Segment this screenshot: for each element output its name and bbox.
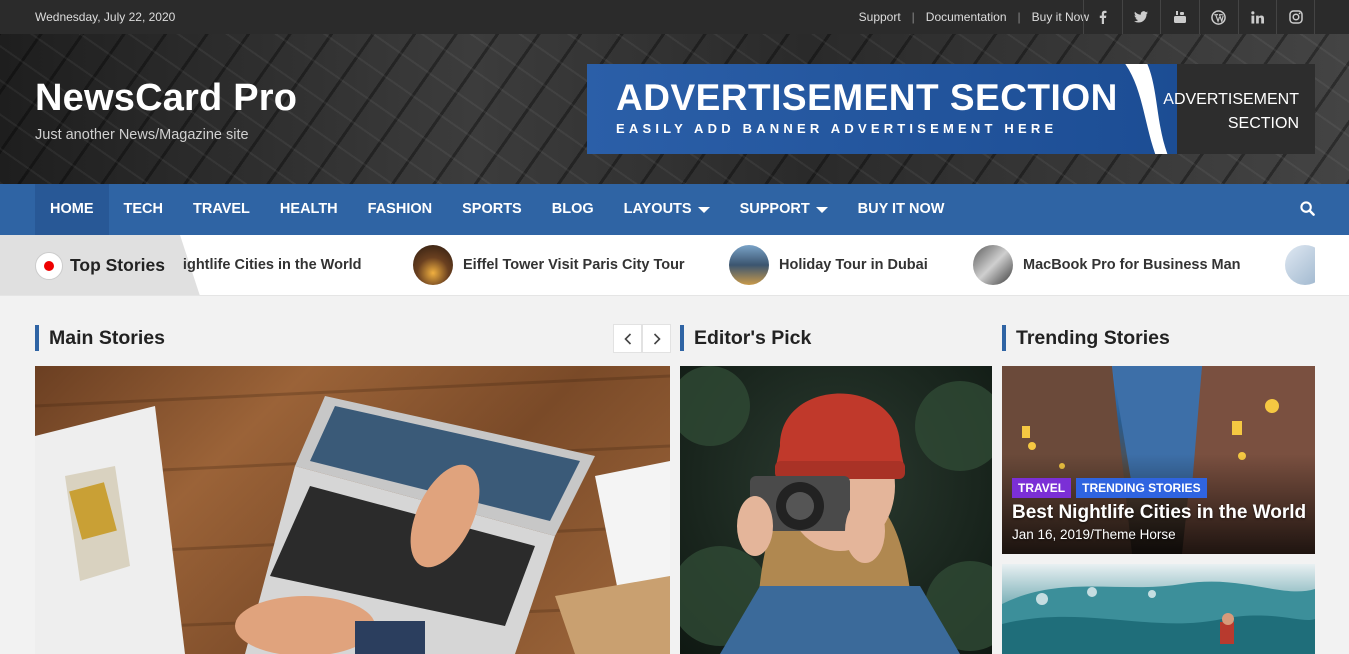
trending-stories-heading: Trending Stories <box>1002 325 1170 351</box>
top-links: Support | Documentation | Buy it Now <box>859 10 1089 24</box>
editors-pick-image[interactable] <box>680 366 992 654</box>
nav-item-blog[interactable]: BLOG <box>537 184 609 235</box>
facebook-icon[interactable] <box>1082 0 1122 34</box>
nav-label: TECH <box>123 201 163 217</box>
slider-arrows <box>613 324 671 353</box>
nav-item-sports[interactable]: SPORTS <box>447 184 537 235</box>
laptop-illustration <box>35 374 670 654</box>
ticker-item[interactable] <box>1285 245 1315 285</box>
ticker-thumbnail <box>973 245 1013 285</box>
top-bar: Wednesday, July 22, 2020 Support | Docum… <box>0 0 1349 34</box>
advertisement-banner[interactable]: ADVERTISEMENT SECTION EASILY ADD BANNER … <box>587 64 1315 154</box>
ticker-item[interactable]: Best Nightlife Cities in the World <box>182 245 362 285</box>
main-navigation: HOME TECH TRAVEL HEALTH FASHION SPORTS B… <box>0 184 1349 235</box>
trending-story-meta: Jan 16, 2019/Theme Horse <box>1012 527 1176 542</box>
nav-label: TRAVEL <box>192 201 250 217</box>
ticker-thumbnail <box>1285 245 1315 285</box>
nav-item-layouts[interactable]: LAYOUTS <box>609 184 725 235</box>
ticker-thumbnail <box>729 245 769 285</box>
instagram-icon[interactable] <box>1276 0 1315 34</box>
link-separator: | <box>1017 10 1021 24</box>
category-badges: TRAVEL TRENDING STORIES <box>1012 478 1207 498</box>
chevron-down-icon <box>815 206 828 213</box>
nav-label: HEALTH <box>279 201 338 217</box>
ad-subtitle: EASILY ADD BANNER ADVERTISEMENT HERE <box>616 121 1058 136</box>
live-dot-icon <box>35 252 63 280</box>
nav-label: HOME <box>50 201 94 217</box>
social-links <box>1082 0 1315 34</box>
ticker-item[interactable]: Eiffel Tower Visit Paris City Tour <box>413 245 685 285</box>
site-header: NewsCard Pro Just another News/Magazine … <box>0 34 1349 184</box>
twitter-icon[interactable] <box>1121 0 1161 34</box>
chevron-right-icon[interactable] <box>642 324 671 353</box>
main-story-image[interactable] <box>35 366 670 654</box>
ticker-item-title: Best Nightlife Cities in the World <box>182 257 362 273</box>
current-date: Wednesday, July 22, 2020 <box>35 10 176 24</box>
wordpress-icon[interactable] <box>1198 0 1238 34</box>
trending-story-card[interactable]: TRAVEL TRENDING STORIES Best Nightlife C… <box>1002 366 1315 554</box>
buy-it-now-link[interactable]: Buy it Now <box>1032 10 1089 24</box>
ticker-thumbnail <box>413 245 453 285</box>
search-icon[interactable] <box>1300 201 1315 221</box>
nav-label: SUPPORT <box>739 201 810 217</box>
nav-label: FASHION <box>367 201 433 217</box>
ticker-item[interactable]: MacBook Pro for Business Man <box>973 245 1241 285</box>
editors-pick-heading: Editor's Pick <box>680 325 811 351</box>
ticker-title: Top Stories <box>70 255 165 275</box>
nav-item-buy-it-now[interactable]: BUY IT NOW <box>843 184 960 235</box>
ticker-item-title: Eiffel Tower Visit Paris City Tour <box>463 257 685 273</box>
nav-label: SPORTS <box>462 201 522 217</box>
youtube-icon[interactable] <box>1160 0 1199 34</box>
ticker-item-title: MacBook Pro for Business Man <box>1023 257 1241 273</box>
ticker-item-title: Holiday Tour in Dubai <box>779 257 928 273</box>
ticker-item[interactable]: Holiday Tour in Dubai <box>729 245 928 285</box>
linkedin-icon[interactable] <box>1237 0 1277 34</box>
ticker-items: Best Nightlife Cities in the World Eiffe… <box>182 235 1315 295</box>
nav-item-home[interactable]: HOME <box>35 184 109 235</box>
support-link[interactable]: Support <box>859 10 901 24</box>
chevron-left-icon[interactable] <box>613 324 642 353</box>
main-stories-heading: Main Stories <box>35 325 165 351</box>
nav-label: BUY IT NOW <box>857 201 945 217</box>
link-separator: | <box>911 10 915 24</box>
ad-side-text: ADVERTISEMENT SECTION <box>1163 88 1299 136</box>
nav-item-fashion[interactable]: FASHION <box>353 184 447 235</box>
nav-item-travel[interactable]: TRAVEL <box>178 184 265 235</box>
category-badge-travel[interactable]: TRAVEL <box>1012 478 1072 498</box>
ad-title: ADVERTISEMENT SECTION <box>616 77 1118 118</box>
ad-side-line1: ADVERTISEMENT <box>1163 91 1299 108</box>
nav-label: LAYOUTS <box>623 201 692 217</box>
nav-item-support[interactable]: SUPPORT <box>725 184 843 235</box>
site-title[interactable]: NewsCard Pro <box>35 77 297 120</box>
trending-story-title[interactable]: Best Nightlife Cities in the World <box>1012 502 1306 524</box>
photographer-illustration <box>680 366 992 654</box>
ad-side-line2: SECTION <box>1227 115 1299 132</box>
category-badge-trending[interactable]: TRENDING STORIES <box>1076 478 1207 498</box>
surfing-illustration <box>1002 581 1315 654</box>
site-tagline: Just another News/Magazine site <box>35 127 249 143</box>
top-stories-ticker: Top Stories Best Nightlife Cities in the… <box>0 235 1349 296</box>
nav-item-health[interactable]: HEALTH <box>265 184 353 235</box>
trending-story-card[interactable] <box>1002 564 1315 654</box>
nav-label: BLOG <box>551 201 594 217</box>
documentation-link[interactable]: Documentation <box>926 10 1007 24</box>
nav-item-tech[interactable]: TECH <box>109 184 178 235</box>
chevron-down-icon <box>697 206 710 213</box>
